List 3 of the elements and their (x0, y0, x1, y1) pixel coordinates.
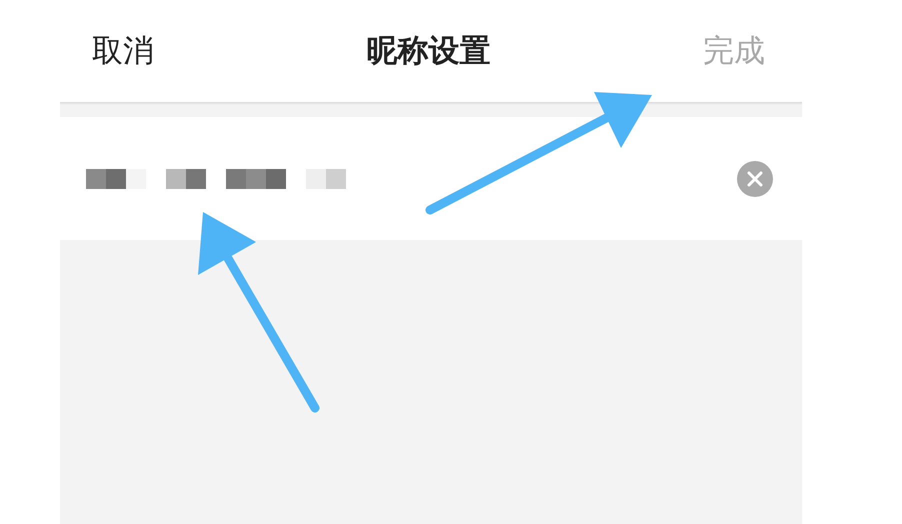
clear-icon[interactable] (737, 160, 773, 196)
page-title: 昵称设置 (366, 32, 490, 71)
cancel-button[interactable]: 取消 (92, 30, 154, 72)
